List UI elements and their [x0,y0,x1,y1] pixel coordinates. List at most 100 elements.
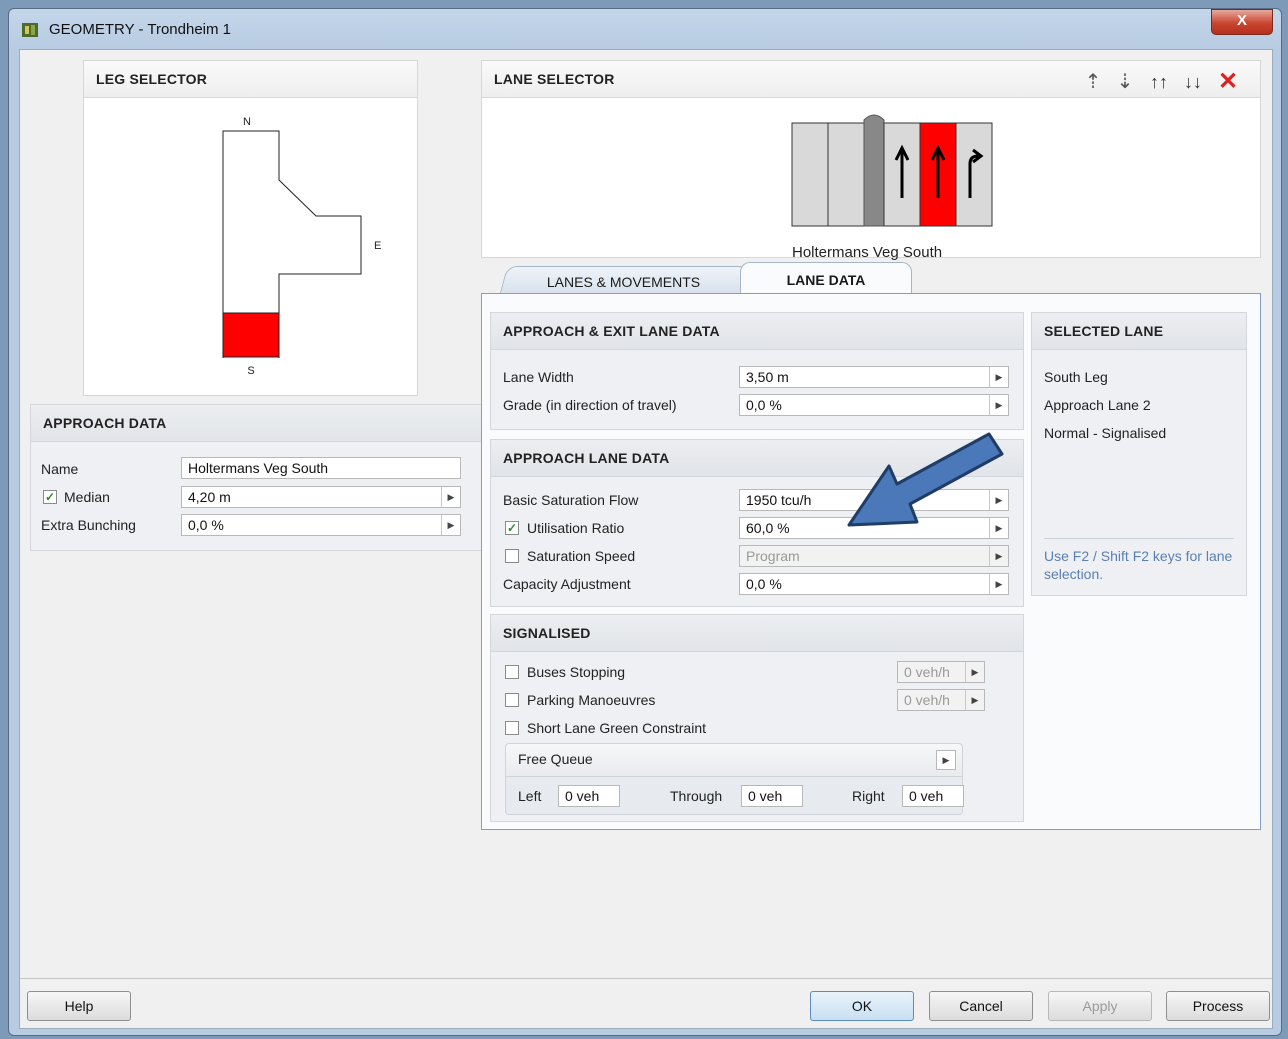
move-lanes-up-icon[interactable]: ↑↑ [1146,69,1172,95]
approach-data-panel: APPROACH DATA Name Holtermans Veg South … [30,404,483,551]
capacity-adjustment-value: 0,0 % [746,576,782,592]
median-checkbox[interactable]: ✓ [43,490,57,504]
app-icon [22,23,38,37]
leg-diagram[interactable]: N E S [84,98,417,394]
close-icon: X [1236,12,1247,29]
process-button[interactable]: Process [1166,991,1270,1021]
selected-lane-leg: South Leg [1044,369,1108,385]
dialog-client-area: LEG SELECTOR N E S APPROACH DATA Name Ho… [19,49,1273,1029]
buses-stopping-label: Buses Stopping [527,664,626,680]
utilisation-ratio-value: 60,0 % [746,520,790,536]
saturation-speed-spin-arrow-icon[interactable]: ▶ [989,546,1008,566]
buses-stopping-field[interactable]: 0 veh/h ▶ [897,661,985,683]
window-title: GEOMETRY - Trondheim 1 [49,21,232,38]
selected-lane-divider [1044,538,1234,539]
short-lane-green-checkbox[interactable] [505,721,519,735]
name-field[interactable]: Holtermans Veg South [181,457,461,479]
median-value: 4,20 m [188,489,231,505]
move-lanes-down-icon[interactable]: ↓↓ [1180,69,1206,95]
cancel-button[interactable]: Cancel [929,991,1033,1021]
grade-label: Grade (in direction of travel) [503,397,677,413]
lane-width-label: Lane Width [503,369,574,385]
grade-spin-arrow-icon[interactable]: ▶ [989,395,1008,415]
parking-manoeuvres-checkbox[interactable] [505,693,519,707]
basic-saturation-flow-value: 1950 tcu/h [746,492,812,508]
east-label: E [374,240,381,252]
selected-lane-type: Normal - Signalised [1044,425,1167,441]
buses-stopping-checkbox[interactable] [505,665,519,679]
lane-data-tab-content: APPROACH & EXIT LANE DATA Lane Width 3,5… [481,293,1261,830]
free-queue-left-field[interactable]: 0 veh [558,785,620,807]
lane-diagram[interactable] [787,106,997,236]
lane-selection-hint: Use F2 / Shift F2 keys for lane selectio… [1044,548,1233,582]
extra-bunching-field[interactable]: 0,0 % ▶ [181,514,461,536]
capacity-adjustment-field[interactable]: 0,0 % ▶ [739,573,1009,595]
grade-field[interactable]: 0,0 % ▶ [739,394,1009,416]
free-queue-label: Free Queue [518,751,593,767]
utilisation-ratio-label: Utilisation Ratio [527,520,625,536]
saturation-speed-checkbox[interactable] [505,549,519,563]
title-bar[interactable]: GEOMETRY - Trondheim 1 X [9,9,1281,49]
median-field[interactable]: 4,20 m ▶ [181,486,461,508]
geometry-window: GEOMETRY - Trondheim 1 X LEG SELECTOR N … [8,8,1282,1036]
footer-divider [20,978,1272,979]
median-label: Median [64,489,110,505]
free-queue-group: Free Queue ▶ Left 0 veh Through 0 veh Ri… [505,743,964,815]
parking-manoeuvres-label: Parking Manoeuvres [527,692,656,708]
approach-data-header: APPROACH DATA [31,405,482,442]
selected-lane-panel: SELECTED LANE South Leg Approach Lane 2 … [1031,312,1247,596]
free-queue-through-field[interactable]: 0 veh [741,785,803,807]
lane-width-value: 3,50 m [746,369,789,385]
name-label: Name [41,461,79,477]
delete-lane-icon[interactable]: ✕ [1215,69,1241,95]
extra-bunching-value: 0,0 % [188,517,224,533]
selected-lane-header: SELECTED LANE [1032,313,1246,350]
capacity-adjustment-spin-arrow-icon[interactable]: ▶ [989,574,1008,594]
saturation-speed-field[interactable]: Program ▶ [739,545,1009,567]
parking-manoeuvres-field[interactable]: 0 veh/h ▶ [897,689,985,711]
leg-selector-header: LEG SELECTOR [84,61,417,98]
lane-selector-caption: Holtermans Veg South [792,244,943,261]
short-lane-green-label: Short Lane Green Constraint [527,720,706,736]
extra-bunching-label: Extra Bunching [41,517,136,533]
free-queue-through-label: Through [670,788,723,804]
lane-selector-panel: LANE SELECTOR ⇡ ⇣ ↑↑ ↓↓ ✕ Holtermans Veg… [481,60,1261,261]
saturation-speed-value: Program [746,548,800,564]
signalised-panel: SIGNALISED Buses Stopping 0 veh/h ▶ Parki… [490,614,1024,822]
close-button[interactable]: X [1211,9,1273,35]
free-queue-expand-icon[interactable]: ▶ [936,750,956,770]
free-queue-left-label: Left [518,788,542,804]
ok-button[interactable]: OK [810,991,914,1021]
add-lane-left-icon[interactable]: ⇡ [1080,69,1106,95]
south-label: S [247,365,254,377]
utilisation-ratio-checkbox[interactable]: ✓ [505,521,519,535]
parking-manoeuvres-spin-arrow-icon[interactable]: ▶ [965,690,984,710]
lane-selector-header: LANE SELECTOR [482,61,1260,98]
extra-bunching-spin-arrow-icon[interactable]: ▶ [441,515,460,535]
south-leg-highlight [222,312,280,358]
median-spin-arrow-icon[interactable]: ▶ [441,487,460,507]
help-button[interactable]: Help [27,991,131,1021]
free-queue-right-label: Right [852,788,885,804]
buses-stopping-spin-arrow-icon[interactable]: ▶ [965,662,984,682]
approach-exit-lane-data-panel: APPROACH & EXIT LANE DATA Lane Width 3,5… [490,312,1024,430]
north-label: N [243,116,251,128]
basic-saturation-flow-label: Basic Saturation Flow [503,492,639,508]
annotation-arrow-icon [847,432,1004,527]
selected-lane-number: Approach Lane 2 [1044,397,1151,413]
parking-manoeuvres-value: 0 veh/h [904,692,950,708]
tab-lane-data-label: LANE DATA [786,272,866,288]
capacity-adjustment-label: Capacity Adjustment [503,576,631,592]
saturation-speed-label: Saturation Speed [527,548,636,564]
apply-button[interactable]: Apply [1048,991,1152,1021]
buses-stopping-value: 0 veh/h [904,664,950,680]
lane-width-spin-arrow-icon[interactable]: ▶ [989,367,1008,387]
free-queue-right-field[interactable]: 0 veh [902,785,964,807]
add-lane-right-icon[interactable]: ⇣ [1112,69,1138,95]
leg-selector-panel: LEG SELECTOR N E S [83,60,418,396]
signalised-header: SIGNALISED [491,615,1023,652]
approach-exit-lane-data-header: APPROACH & EXIT LANE DATA [491,313,1023,350]
lane-width-field[interactable]: 3,50 m ▶ [739,366,1009,388]
tab-lane-data[interactable]: LANE DATA [740,262,912,297]
free-queue-header[interactable]: Free Queue ▶ [506,744,962,777]
